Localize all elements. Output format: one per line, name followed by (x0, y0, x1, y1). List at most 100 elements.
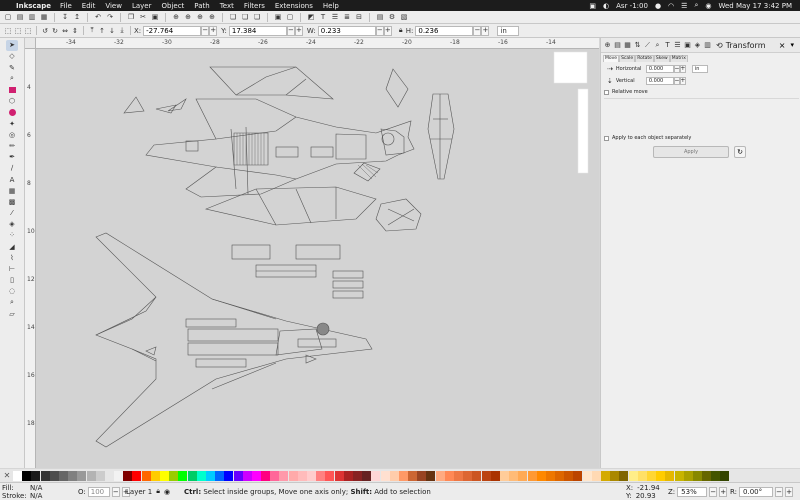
color-swatch[interactable] (398, 470, 408, 481)
color-swatch[interactable] (68, 470, 78, 481)
export-icon[interactable]: ↥ (72, 12, 82, 22)
dock-tab-icon[interactable]: ▦ (623, 40, 632, 50)
horizontal-input[interactable]: 0.000 (645, 65, 674, 73)
raise-icon[interactable]: ↑ (97, 26, 107, 36)
color-swatch[interactable] (417, 470, 427, 481)
color-swatch[interactable] (656, 470, 666, 481)
color-swatch[interactable] (352, 470, 362, 481)
color-swatch[interactable] (297, 470, 307, 481)
layers-icon[interactable]: ☰ (330, 12, 340, 22)
color-swatch[interactable] (169, 470, 179, 481)
transform-dock-tab[interactable]: ⟲ Transform (716, 41, 766, 50)
color-swatch[interactable] (463, 470, 473, 481)
color-swatch[interactable] (389, 470, 399, 481)
color-swatch[interactable] (224, 470, 234, 481)
horizontal-increment-button[interactable]: + (679, 65, 686, 73)
pages-tool-icon[interactable]: ▯ (6, 275, 18, 286)
color-swatch[interactable] (141, 470, 151, 481)
rectangle-tool-icon[interactable] (6, 85, 18, 96)
close-icon[interactable]: × (779, 41, 786, 50)
color-swatch[interactable] (160, 470, 169, 481)
dock-tab-icon[interactable]: ⊕ (603, 40, 612, 50)
lpe-tool-icon[interactable]: ◌ (6, 286, 18, 297)
color-swatch[interactable] (619, 470, 629, 481)
menu-edit[interactable]: Edit (82, 2, 96, 10)
color-swatch[interactable] (123, 470, 133, 481)
undo-icon[interactable]: ↶ (93, 12, 103, 22)
color-swatch[interactable] (591, 470, 601, 481)
raise-to-top-icon[interactable]: ⤒ (87, 26, 97, 36)
clone-icon[interactable]: ❏ (240, 12, 250, 22)
color-swatch[interactable] (646, 470, 656, 481)
menu-object[interactable]: Object (161, 2, 184, 10)
color-swatch[interactable] (444, 470, 454, 481)
dock-tab-icon[interactable]: ▣ (683, 40, 692, 50)
search-icon[interactable]: ⌕ (694, 1, 698, 10)
color-swatch[interactable] (307, 470, 316, 481)
color-swatch[interactable] (150, 470, 160, 481)
relative-move-checkbox[interactable] (604, 89, 609, 95)
color-swatch[interactable] (362, 470, 372, 481)
zoom-in-button[interactable]: + (719, 487, 728, 497)
color-swatch[interactable] (610, 470, 620, 481)
y-increment-button[interactable]: + (294, 25, 303, 36)
dock-tab-icon[interactable]: ▤ (613, 40, 622, 50)
color-swatch[interactable] (196, 470, 206, 481)
app-name-menu[interactable]: Inkscape (16, 2, 51, 10)
color-swatch[interactable] (178, 470, 188, 481)
star-tool-icon[interactable]: ✦ (6, 118, 18, 129)
color-swatch[interactable] (472, 470, 482, 481)
color-swatch[interactable] (380, 470, 390, 481)
color-swatch[interactable] (637, 470, 647, 481)
menubar-extra-icon[interactable]: ▣ (589, 2, 596, 10)
ungroup-icon[interactable]: ▢ (285, 12, 295, 22)
eraser-tool-icon[interactable]: ◢ (6, 241, 18, 252)
measure-tool-icon[interactable]: ⊢ (6, 264, 18, 275)
gradient-tool-icon[interactable]: ▦ (6, 185, 18, 196)
fill-stroke-icon[interactable]: ◩ (306, 12, 316, 22)
color-swatch[interactable] (187, 470, 197, 481)
color-swatch[interactable] (536, 470, 546, 481)
flip-horizontal-icon[interactable]: ⇔ (60, 26, 70, 36)
zoom-selection-icon[interactable]: ⊕ (171, 12, 181, 22)
color-swatch[interactable] (77, 470, 87, 481)
control-center-icon[interactable]: ☰ (681, 2, 687, 10)
dock-tab-icon[interactable]: ⟋ (643, 40, 652, 50)
x-coordinate-input[interactable] (143, 25, 202, 36)
color-swatch[interactable] (205, 470, 215, 481)
color-swatch[interactable] (481, 470, 491, 481)
layer-name[interactable]: Layer 1 (126, 488, 152, 496)
x-decrement-button[interactable]: − (201, 25, 210, 36)
color-swatch[interactable] (408, 470, 418, 481)
menu-view[interactable]: View (105, 2, 122, 10)
lock-proportions-icon[interactable]: 🔒︎ (396, 26, 406, 36)
color-swatch[interactable] (58, 470, 68, 481)
color-swatch[interactable] (31, 470, 41, 481)
color-swatch[interactable] (251, 470, 261, 481)
zoom-out-button[interactable]: − (709, 487, 718, 497)
color-swatch[interactable] (242, 470, 252, 481)
cut-icon[interactable]: ✂ (138, 12, 148, 22)
menubar-extra-icon-2[interactable]: ◐ (603, 2, 609, 10)
layer-visibility-icon[interactable]: ◉ (164, 488, 170, 496)
color-swatch[interactable] (582, 470, 592, 481)
x-increment-button[interactable]: + (209, 25, 218, 36)
dock-tab-icon[interactable]: ☰ (673, 40, 682, 50)
duplicate-icon[interactable]: ❏ (228, 12, 238, 22)
color-swatch[interactable] (233, 470, 243, 481)
group-icon[interactable]: ▣ (273, 12, 283, 22)
mesh-tool-icon[interactable]: ▩ (6, 197, 18, 208)
color-swatch[interactable] (13, 470, 22, 481)
color-swatch[interactable] (527, 470, 537, 481)
menu-help[interactable]: Help (323, 2, 339, 10)
zoom-width-icon[interactable]: ⊕ (207, 12, 217, 22)
save-document-icon[interactable]: ▥ (27, 12, 37, 22)
color-swatch[interactable] (509, 470, 519, 481)
height-decrement-button[interactable]: − (473, 25, 482, 36)
unlink-clone-icon[interactable]: ❏ (252, 12, 262, 22)
color-swatch[interactable] (132, 470, 142, 481)
color-swatch[interactable] (711, 470, 721, 481)
tab-matrix[interactable]: Matrix (669, 55, 688, 62)
layer-lock-icon[interactable]: 🔒︎ (156, 487, 160, 496)
color-swatch[interactable] (114, 470, 124, 481)
